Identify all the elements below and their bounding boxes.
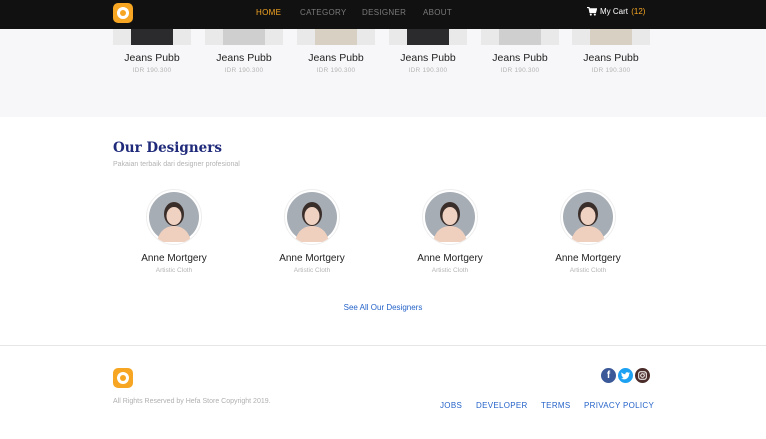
- designer-role: Artistic Cloth: [155, 267, 193, 274]
- designer-avatar: [422, 189, 478, 245]
- footer-link-privacy-policy[interactable]: PRIVACY POLICY: [584, 401, 654, 410]
- designer-name: Anne Mortgery: [555, 253, 621, 264]
- product-image: [113, 29, 191, 45]
- product-card[interactable]: Jeans Pubb IDR 190.300: [205, 29, 283, 74]
- see-all-designers-link[interactable]: See All Our Designers: [0, 303, 766, 312]
- product-name: Jeans Pubb: [400, 52, 456, 64]
- facebook-icon[interactable]: f: [601, 368, 616, 383]
- top-navbar: HOME CATEGORY DESIGNER ABOUT My Cart (12…: [0, 0, 766, 29]
- designer-role: Artistic Cloth: [569, 267, 607, 274]
- designer-role: Artistic Cloth: [431, 267, 469, 274]
- product-name: Jeans Pubb: [583, 52, 639, 64]
- section-title: Our Designers: [113, 140, 222, 156]
- product-card[interactable]: Jeans Pubb IDR 190.300: [389, 29, 467, 74]
- nav-home[interactable]: HOME: [256, 8, 281, 17]
- designer-card[interactable]: Anne Mortgery Artistic Cloth: [119, 189, 229, 274]
- product-image: [481, 29, 559, 45]
- designer-avatar: [146, 189, 202, 245]
- section-subtitle: Pakaian terbaik dari designer profesiona…: [113, 161, 240, 168]
- product-price: IDR 190.300: [408, 67, 448, 74]
- product-price: IDR 190.300: [316, 67, 356, 74]
- footer-link-terms[interactable]: TERMS: [541, 401, 571, 410]
- product-name: Jeans Pubb: [124, 52, 180, 64]
- product-name: Jeans Pubb: [308, 52, 364, 64]
- product-name: Jeans Pubb: [216, 52, 272, 64]
- brand-logo[interactable]: [113, 3, 133, 23]
- cart-button[interactable]: My Cart (12): [587, 7, 645, 16]
- cart-icon: [587, 7, 597, 16]
- product-card[interactable]: Jeans Pubb IDR 190.300: [113, 29, 191, 74]
- designer-name: Anne Mortgery: [279, 253, 345, 264]
- product-image: [389, 29, 467, 45]
- designer-card[interactable]: Anne Mortgery Artistic Cloth: [257, 189, 367, 274]
- designer-card[interactable]: Anne Mortgery Artistic Cloth: [395, 189, 505, 274]
- cart-label: My Cart: [600, 7, 628, 16]
- footer-logo[interactable]: [113, 368, 133, 388]
- nav-designer[interactable]: DESIGNER: [362, 8, 406, 17]
- instagram-icon[interactable]: [635, 368, 650, 383]
- nav-category[interactable]: CATEGORY: [300, 8, 347, 17]
- product-price: IDR 190.300: [132, 67, 172, 74]
- product-price: IDR 190.300: [591, 67, 631, 74]
- product-image: [205, 29, 283, 45]
- designer-card[interactable]: Anne Mortgery Artistic Cloth: [533, 189, 643, 274]
- cart-count: (12): [631, 7, 646, 16]
- product-price: IDR 190.300: [224, 67, 264, 74]
- designer-name: Anne Mortgery: [141, 253, 207, 264]
- designer-role: Artistic Cloth: [293, 267, 331, 274]
- nav-about[interactable]: ABOUT: [423, 8, 452, 17]
- product-image: [297, 29, 375, 45]
- section-divider: [0, 345, 766, 346]
- product-strip: Jeans Pubb IDR 190.300 Jeans Pubb IDR 19…: [0, 29, 766, 117]
- product-card[interactable]: Jeans Pubb IDR 190.300: [572, 29, 650, 74]
- copyright-text: All Rights Reserved by Hefa Store Copyri…: [113, 398, 271, 405]
- product-name: Jeans Pubb: [492, 52, 548, 64]
- product-card[interactable]: Jeans Pubb IDR 190.300: [297, 29, 375, 74]
- footer-link-jobs[interactable]: JOBS: [440, 401, 462, 410]
- product-image: [572, 29, 650, 45]
- product-price: IDR 190.300: [500, 67, 540, 74]
- footer-link-developer[interactable]: DEVELOPER: [476, 401, 528, 410]
- designer-avatar: [560, 189, 616, 245]
- twitter-icon[interactable]: [618, 368, 633, 383]
- designer-name: Anne Mortgery: [417, 253, 483, 264]
- product-card[interactable]: Jeans Pubb IDR 190.300: [481, 29, 559, 74]
- designer-avatar: [284, 189, 340, 245]
